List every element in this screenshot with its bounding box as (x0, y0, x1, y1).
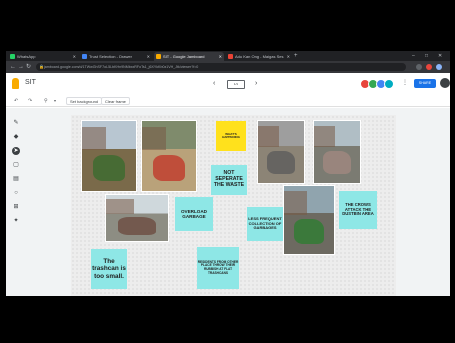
account-avatar[interactable] (440, 78, 450, 88)
reload-icon[interactable]: ↻ (26, 63, 31, 71)
photo-building (258, 125, 279, 148)
browser-tab-bar: WhatsApp ✕ Trust Selection - Drawer ✕ SI… (6, 51, 450, 61)
select-icon[interactable]: ➤ (12, 147, 20, 155)
text-box-icon[interactable]: ⊞ (12, 203, 20, 211)
sticky-note-icon[interactable]: ▢ (12, 161, 20, 169)
screen-frame: WhatsApp ✕ Trust Selection - Drawer ✕ SI… (6, 51, 450, 296)
sticky-note-overload-garbage[interactable]: OVERLOAD GARBAGE (175, 197, 213, 231)
note-text: OVERLOAD GARBAGE (180, 208, 208, 219)
photo-trash-pile-1[interactable] (81, 120, 137, 192)
frame-navigator: ‹ 1/1 › (211, 78, 267, 90)
collaborator-avatar[interactable] (384, 79, 394, 89)
zoom-icon[interactable]: ⚲ (44, 97, 48, 105)
jamboard-logo-icon[interactable] (12, 78, 19, 89)
close-tab-icon[interactable]: ✕ (147, 52, 150, 61)
browser-tab-whatsapp[interactable]: WhatsApp ✕ (8, 52, 78, 61)
next-frame-icon[interactable]: › (255, 78, 257, 90)
page-icon (228, 54, 233, 59)
note-text: RESIDENTS FROM OTHER PLACE THROW THEIR R… (197, 259, 239, 275)
tab-label: Trust Selection - Drawer (89, 54, 132, 59)
sticky-note-residents-throw[interactable]: RESIDENTS FROM OTHER PLACE THROW THEIR R… (197, 247, 239, 289)
pen-icon[interactable]: ✎ (12, 119, 20, 127)
back-icon[interactable]: ← (10, 63, 16, 71)
close-tab-icon[interactable]: ✕ (219, 52, 222, 61)
whatsapp-icon (10, 54, 15, 59)
drive-icon (82, 54, 87, 59)
sticky-note-trashcan-small[interactable]: The trashcan is too small. (91, 249, 127, 289)
profile-icon[interactable] (436, 64, 442, 70)
sticky-note-not-separate[interactable]: NOT SEPERATE THE WASTE (211, 165, 247, 195)
photo-dumpster-wall[interactable] (257, 120, 305, 184)
window-close-icon[interactable]: ✕ (438, 51, 442, 61)
browser-tab-drawer[interactable]: Trust Selection - Drawer ✕ (80, 52, 152, 61)
photo-trash-pile-2[interactable] (141, 120, 197, 192)
photo-building (82, 126, 107, 151)
photo-subject (294, 218, 324, 245)
more-options-icon[interactable]: ⋮ (402, 79, 408, 88)
photo-subject (267, 150, 295, 175)
photo-building (284, 191, 307, 215)
note-text: WHAT'S HAPPENING (222, 131, 240, 139)
sticky-note-whats-happening[interactable]: WHAT'S HAPPENING (216, 121, 246, 151)
close-tab-icon[interactable]: ✕ (73, 52, 76, 61)
photo-subject (323, 150, 351, 175)
tab-label: WhatsApp (17, 54, 36, 59)
close-tab-icon[interactable]: ✕ (287, 52, 290, 61)
circle-icon[interactable]: ○ (12, 189, 20, 197)
extension-icon[interactable] (426, 64, 432, 70)
extension-icon[interactable] (416, 64, 422, 70)
forward-icon[interactable]: → (18, 63, 24, 71)
minimize-icon[interactable]: – (412, 51, 415, 61)
sticky-note-less-frequent[interactable]: LESS FREQUENT COLLECTION OF GARBAGES (247, 207, 283, 241)
laser-icon[interactable]: ✦ (12, 217, 20, 225)
browser-tab-other[interactable]: Adu Kan Ong - Maigas Ses ✕ (226, 52, 292, 61)
browser-address-bar: ← → ↻ 🔒 jamboard.google.com/d/1TWwGhSF7o… (6, 61, 450, 73)
jam-board-canvas[interactable]: WHAT'S HAPPENING NOT SEPERATE THE WASTE … (71, 115, 396, 296)
share-button[interactable]: SHARE (414, 79, 436, 88)
sticky-note-crows-attack[interactable]: THE CROWS ATTACK THE DUSTBIN AREA (339, 191, 377, 229)
lock-icon: 🔒 (39, 64, 44, 69)
note-text: LESS FREQUENT COLLECTION OF GARBAGES (248, 216, 282, 231)
photo-bins-courtyard[interactable] (105, 194, 169, 242)
image-icon[interactable]: ▤ (12, 175, 20, 183)
photo-green-bins[interactable] (283, 185, 335, 255)
zoom-dropdown-icon[interactable]: ▾ (54, 97, 56, 105)
board-title[interactable]: SIT (25, 79, 36, 86)
frame-indicator[interactable]: 1/1 (227, 80, 245, 89)
note-text: The trashcan is too small. (92, 258, 126, 280)
photo-building (314, 125, 335, 148)
jamboard-icon (156, 54, 161, 59)
tab-label: Adu Kan Ong - Maigas Ses (235, 54, 284, 59)
new-tab-button[interactable]: + (294, 52, 298, 60)
photo-bins-street[interactable] (313, 120, 361, 184)
set-background-button[interactable]: Set background (66, 97, 103, 105)
tab-label: SIT - Google Jamboard (163, 54, 205, 59)
photo-subject (118, 217, 156, 235)
photo-subject (152, 154, 186, 182)
undo-icon[interactable]: ↶ (14, 97, 18, 105)
eraser-icon[interactable]: ◆ (12, 133, 20, 141)
redo-icon[interactable]: ↷ (28, 97, 32, 105)
photo-building (142, 126, 167, 151)
previous-frame-icon[interactable]: ‹ (213, 78, 215, 90)
photo-building (106, 198, 134, 215)
browser-tab-jamboard[interactable]: SIT - Google Jamboard ✕ (154, 52, 224, 61)
photo-subject (92, 154, 126, 182)
jamboard-header: SIT ‹ 1/1 › ⋮ SHARE (6, 73, 450, 95)
note-text: THE CROWS ATTACK THE DUSTBIN AREA (342, 202, 374, 217)
url-text: jamboard.google.com/d/1TWwGhSF7oL5LbKHn9… (44, 65, 199, 69)
clear-frame-button[interactable]: Clear frame (101, 97, 130, 105)
maximize-icon[interactable]: □ (425, 51, 428, 61)
url-input[interactable]: 🔒 jamboard.google.com/d/1TWwGhSF7oL5LbKH… (36, 63, 406, 71)
board-toolbar: ↶ ↷ ⚲ ▾ Set background Clear frame (6, 95, 450, 107)
note-text: NOT SEPERATE THE WASTE (213, 170, 245, 188)
